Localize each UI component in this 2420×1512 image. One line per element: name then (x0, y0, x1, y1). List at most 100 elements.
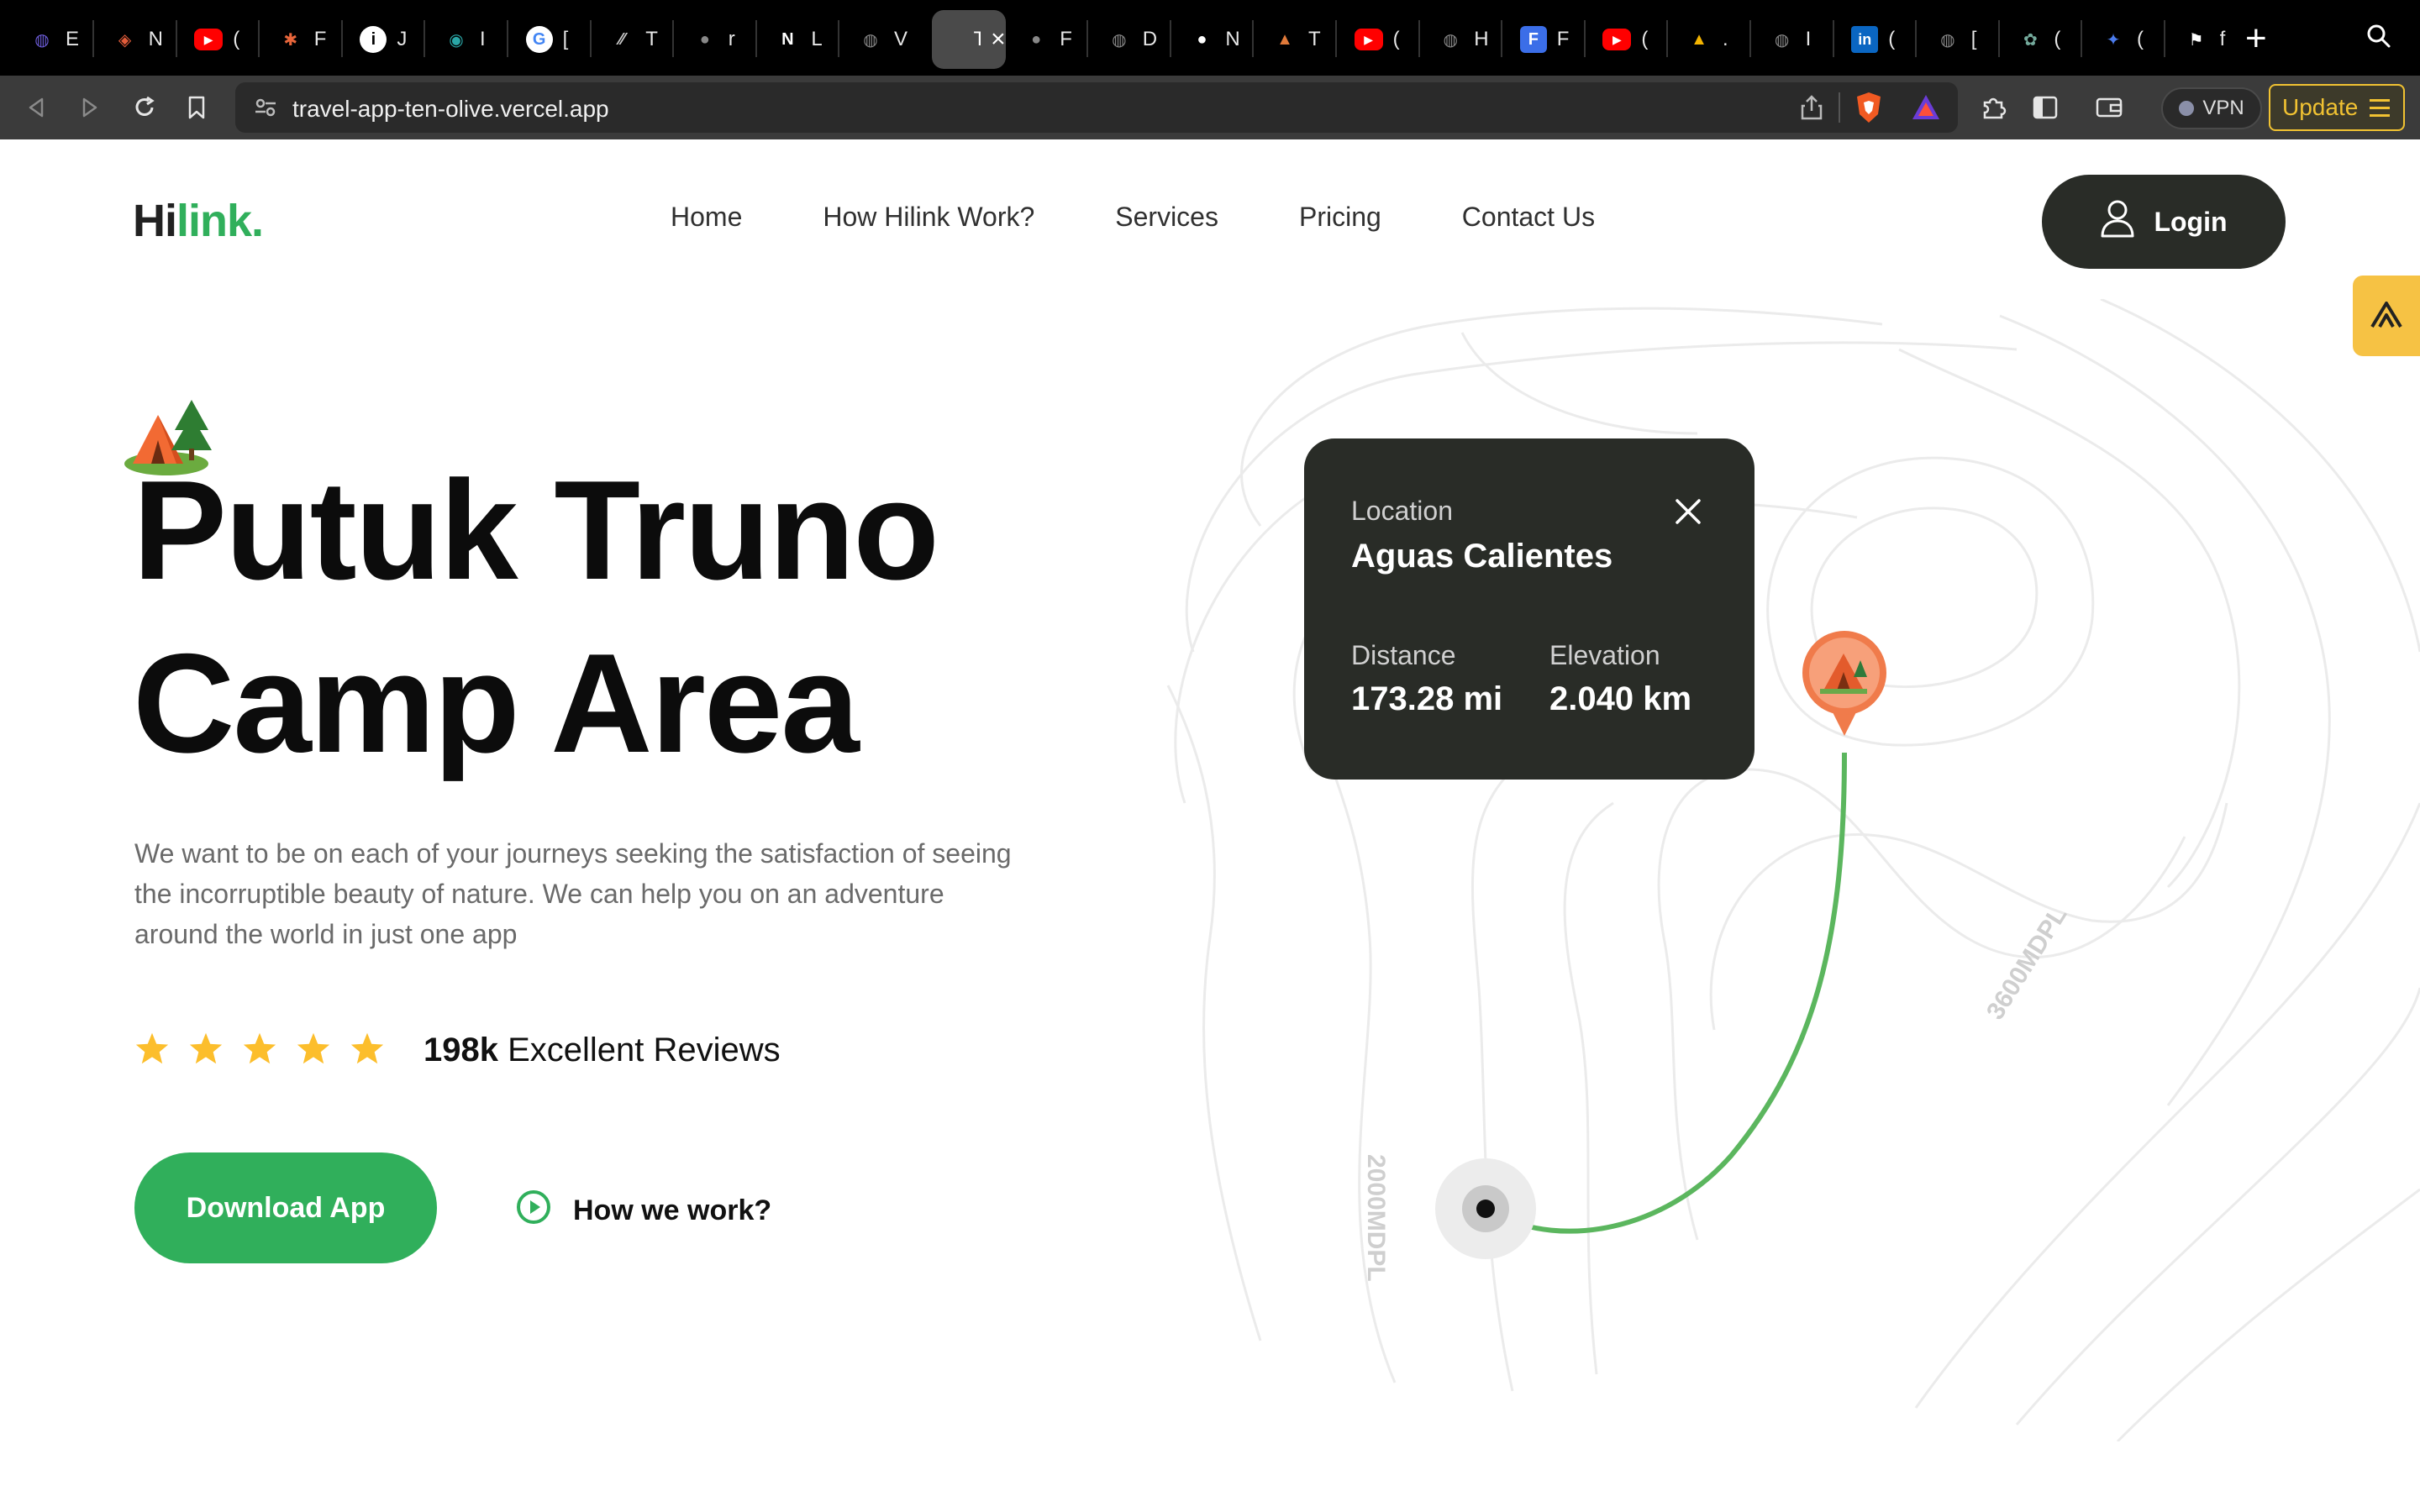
close-icon[interactable] (1674, 497, 1702, 530)
star-icon (242, 1032, 277, 1069)
tab-title: r (728, 28, 735, 50)
browser-tab[interactable]: ◍ V (840, 10, 918, 69)
distance-label: Distance (1351, 640, 1456, 670)
close-tab-icon[interactable]: × (991, 25, 1006, 54)
browser-tab-bar: ◍ E ◈ N ▶(✱ Fi J ◉ I G[⁄⁄ T ● r N L ◍ V T × ● F ◍ D ● N ▲ T ▶(◍ H F F ▶… (0, 0, 2420, 76)
hero-description: We want to be on each of your journeys s… (134, 838, 1012, 949)
elevation-label: Elevation (1549, 640, 1660, 670)
browser-tab[interactable]: ▶( (177, 10, 255, 69)
browser-tab[interactable]: ⚑ f (2166, 10, 2244, 69)
update-button[interactable]: Update (2269, 84, 2405, 131)
tab-title: N (148, 28, 163, 50)
tab-title: ( (1641, 28, 1649, 50)
nav-home[interactable]: Home (671, 202, 742, 233)
browser-tab[interactable]: ✱ F (260, 10, 338, 69)
bookmark-icon[interactable] (178, 89, 215, 126)
elevation-value: 2.040 km (1549, 680, 1692, 717)
browser-tab[interactable]: in ( (1834, 10, 1912, 69)
brave-rewards-icon[interactable] (1911, 92, 1941, 127)
site-logo[interactable]: Hilink. (133, 195, 264, 247)
browser-tab[interactable]: NL (757, 10, 834, 69)
browser-tab[interactable]: ▲. (1669, 10, 1746, 69)
browser-tab[interactable]: iJ (343, 10, 420, 69)
vpn-status-icon (2179, 101, 2195, 116)
reviews-label: Excellent Reviews (508, 1032, 781, 1068)
google-icon: G (525, 26, 553, 53)
nav-contact-us[interactable]: Contact Us (1462, 202, 1595, 233)
location-card: Location Aguas Calientes Distance 173.28… (1304, 438, 1754, 780)
browser-tab[interactable]: ● F (1006, 10, 1083, 69)
tab-title: I (480, 28, 486, 50)
eye-icon: ◉ (449, 30, 464, 50)
browser-tab[interactable]: ▶( (1338, 10, 1415, 69)
youtube-icon: ▶ (1602, 29, 1632, 50)
openai-icon: ✿ (2023, 30, 2038, 50)
browser-tab[interactable]: ✿( (2000, 10, 2077, 69)
hero-title: Putuk Truno Camp Area (133, 444, 1141, 790)
hero-title-line-2: Camp Area (133, 624, 860, 782)
nav-services[interactable]: Services (1115, 202, 1218, 233)
wallet-icon[interactable] (2091, 89, 2128, 126)
vpn-button[interactable]: VPN (2161, 87, 2262, 129)
shield-icon: ◈ (118, 30, 132, 50)
how-label: How we work? (573, 1194, 772, 1226)
nav-how-hilink-works[interactable]: How Hilink Work? (823, 202, 1034, 233)
tab-title: ( (233, 28, 240, 50)
forward-icon[interactable] (71, 89, 108, 126)
tab-search-icon[interactable] (2366, 24, 2391, 53)
back-icon[interactable] (18, 89, 55, 126)
browser-tab[interactable]: ● N (1171, 10, 1249, 69)
browser-tab[interactable]: ● r (675, 10, 752, 69)
sparkle-icon: ✦ (2106, 30, 2121, 50)
browser-tab[interactable]: ▶( (1586, 10, 1663, 69)
reviews-count: 198k (424, 1032, 498, 1068)
tab-title: f (2219, 28, 2226, 50)
address-bar[interactable]: travel-app-ten-olive.vercel.app (235, 82, 1958, 133)
github-icon: ● (699, 29, 710, 49)
browser-tab[interactable]: ✦( (2083, 10, 2160, 69)
star-icon (188, 1032, 224, 1069)
star-icon (134, 1032, 170, 1069)
nav-pricing[interactable]: Pricing (1299, 202, 1381, 233)
download-app-button[interactable]: Download App (134, 1152, 437, 1263)
browser-tab[interactable]: ◍ I (1752, 10, 1829, 69)
url-text[interactable]: travel-app-ten-olive.vercel.app (292, 96, 609, 123)
tab-title: ( (1392, 28, 1400, 50)
tab-title: J (397, 28, 408, 50)
tab-title: . (1723, 28, 1728, 50)
new-tab-button[interactable]: + (2245, 20, 2267, 57)
browser-tab[interactable]: ◍ E (12, 10, 89, 69)
browser-tab[interactable]: ⁄⁄ T (592, 10, 669, 69)
play-icon (516, 1189, 551, 1232)
sidebar-icon[interactable] (2027, 89, 2064, 126)
browser-tab[interactable]: ◉ I (426, 10, 503, 69)
globe-icon: ◍ (1112, 30, 1127, 50)
share-icon[interactable] (1800, 94, 1823, 125)
tab-title: ( (2137, 28, 2144, 50)
reviews-summary: 198k Excellent Reviews (424, 1032, 781, 1069)
tab-title: ( (2054, 28, 2061, 50)
vpn-label: VPN (2202, 97, 2244, 119)
flag-icon: ⚑ (2188, 30, 2204, 50)
site-info-icon[interactable] (254, 96, 277, 123)
browser-tab[interactable]: ◈ N (95, 10, 172, 69)
extensions-icon[interactable] (1975, 89, 2012, 126)
linkedin-icon: in (1851, 26, 1879, 53)
logo-accent: link. (176, 196, 264, 246)
browser-tab[interactable]: ◍ D (1089, 10, 1166, 69)
login-button[interactable]: Login (2042, 175, 2286, 269)
browser-tab[interactable]: ▲ T (1255, 10, 1332, 69)
browser-tab[interactable]: ◍[ (1918, 10, 1995, 69)
start-point-marker[interactable] (1435, 1158, 1536, 1259)
user-icon (2100, 199, 2135, 244)
tab-title: D (1142, 28, 1158, 50)
browser-tab[interactable]: ◍ H (1420, 10, 1497, 69)
download-label: Download App (186, 1191, 386, 1224)
browser-tab[interactable]: G[ (509, 10, 587, 69)
tab-active[interactable]: T × (931, 10, 1006, 69)
brave-shield-icon[interactable] (1854, 91, 1884, 129)
how-we-work-link[interactable]: How we work? (516, 1189, 771, 1232)
github-icon: ● (1197, 29, 1207, 49)
browser-tab[interactable]: FF (1503, 10, 1581, 69)
reload-icon[interactable] (126, 89, 163, 126)
